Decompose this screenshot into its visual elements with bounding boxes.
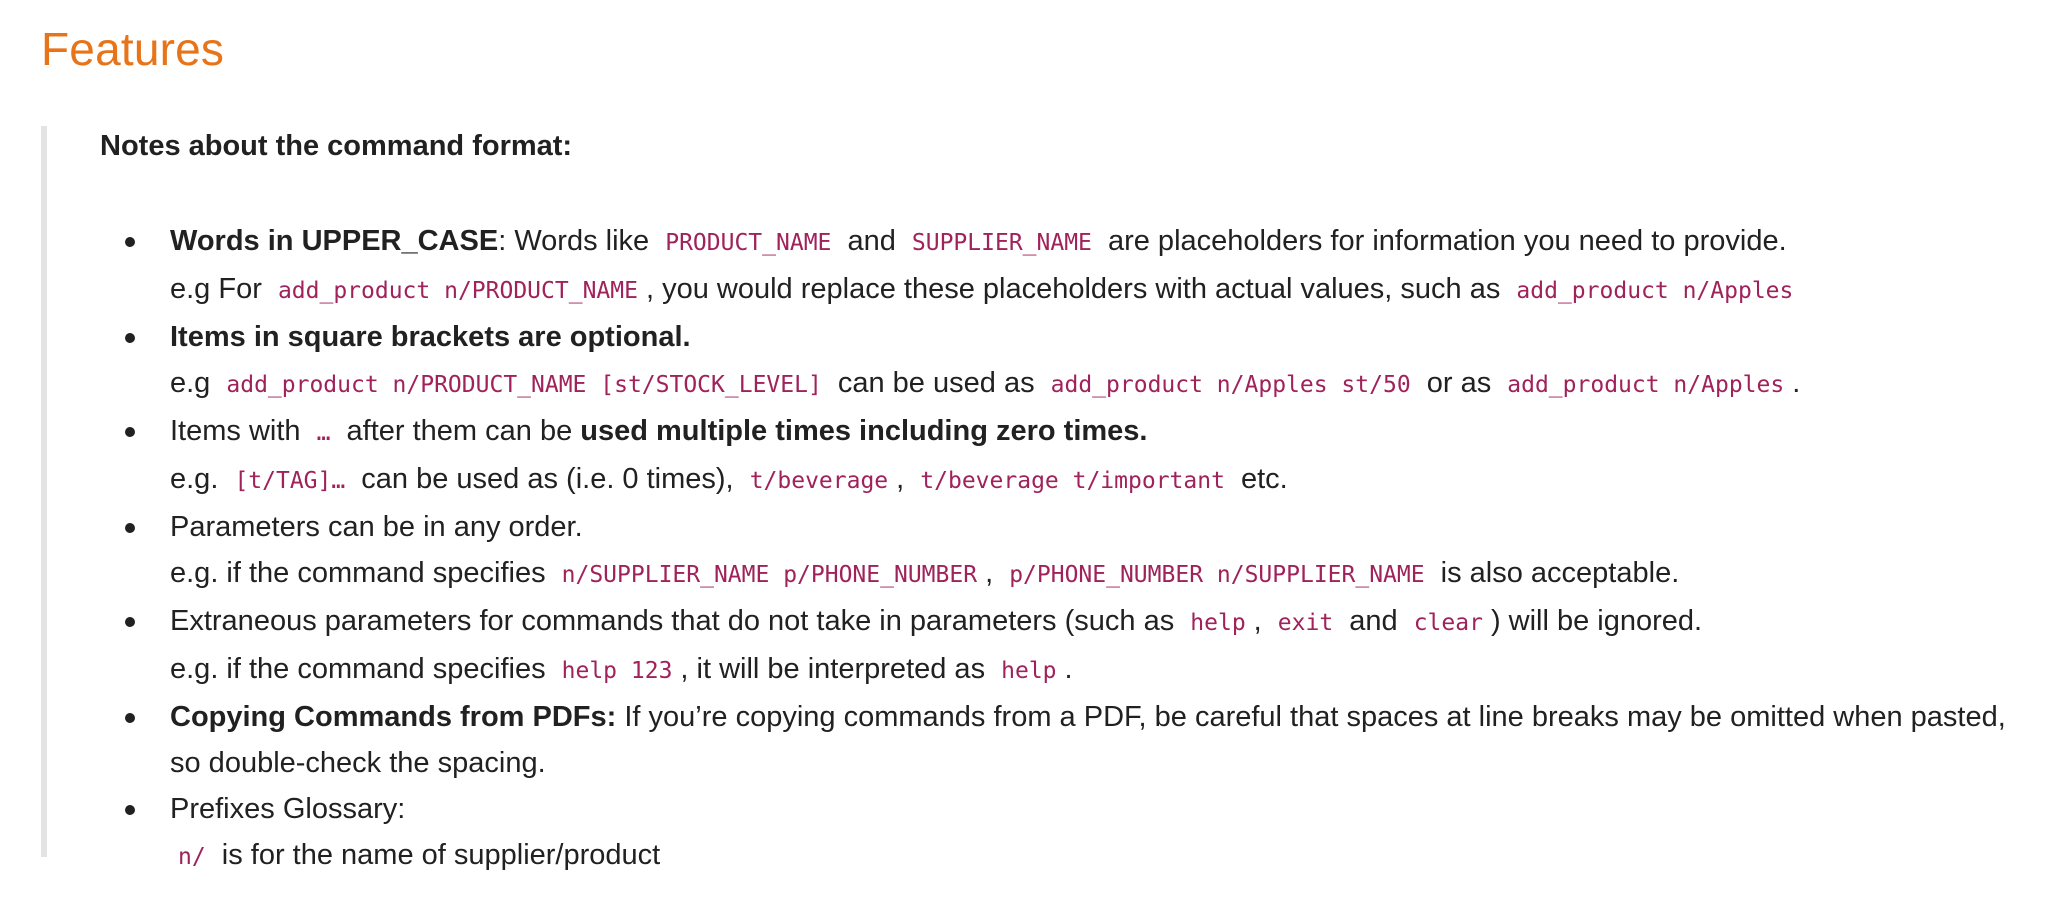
text: and — [1341, 605, 1406, 637]
code-snippet: [t/TAG]… — [234, 468, 346, 494]
bold-text: Items in square brackets are optional. — [170, 321, 691, 353]
note-line: Items in square brackets are optional. — [170, 314, 2020, 360]
text: e.g. if the command specifies — [170, 653, 554, 685]
text: , — [1253, 605, 1270, 637]
text: e.g. — [170, 463, 227, 495]
note-upper-case: Words in UPPER_CASE: Words like PRODUCT_… — [47, 218, 2020, 314]
text: etc. — [1232, 463, 1288, 495]
note-line: Copying Commands from PDFs: If you’re co… — [170, 694, 2020, 786]
code-snippet: add_product n/PRODUCT_NAME [st/STOCK_LEV… — [226, 372, 822, 398]
code-snippet: t/beverage t/important — [920, 468, 1225, 494]
text: , you would replace these placeholders w… — [645, 273, 1509, 305]
code-snippet: help 123 — [561, 658, 673, 684]
text: Prefixes Glossary: — [170, 793, 406, 825]
text: : Words like — [498, 225, 658, 257]
code-snippet: t/beverage — [749, 468, 889, 494]
text: ) will be ignored. — [1490, 605, 1703, 637]
text: are placeholders for information you nee… — [1099, 225, 1787, 257]
notes-list: Words in UPPER_CASE: Words like PRODUCT_… — [47, 218, 2020, 880]
notes-title: Notes about the command format: — [100, 130, 573, 162]
text: or as — [1418, 367, 1500, 399]
code-snippet: help — [1190, 610, 1246, 636]
code-snippet: add_product n/Apples — [1516, 278, 1794, 304]
note-line: Extraneous parameters for commands that … — [170, 598, 2020, 646]
note-line: Items with … after them can be used mult… — [170, 408, 2020, 456]
page: Features Notes about the command format:… — [0, 0, 2063, 915]
text: can be used as — [829, 367, 1043, 399]
code-snippet: … — [316, 420, 331, 446]
note-extraneous-parameters: Extraneous parameters for commands that … — [47, 598, 2020, 694]
command-format-callout: Notes about the command format: Words in… — [41, 126, 2027, 871]
note-example-line: e.g For add_product n/PRODUCT_NAME , you … — [170, 266, 2020, 314]
text: e.g For — [170, 273, 270, 305]
text: Parameters can be in any order. — [170, 511, 583, 543]
bold-text: Words in UPPER_CASE — [170, 225, 499, 257]
note-line: Words in UPPER_CASE: Words like PRODUCT_… — [170, 218, 2020, 266]
note-example-line: e.g add_product n/PRODUCT_NAME [st/STOCK… — [170, 360, 2020, 408]
note-multiple-items: Items with … after them can be used mult… — [47, 408, 2020, 504]
code-snippet: add_product n/Apples — [1507, 372, 1785, 398]
code-snippet: n/SUPPLIER_NAME p/PHONE_NUMBER — [561, 562, 978, 588]
code-snippet: exit — [1277, 610, 1334, 636]
note-line: Parameters can be in any order. — [170, 504, 2020, 550]
text: Items with — [170, 415, 309, 447]
code-snippet: SUPPLIER_NAME — [911, 230, 1092, 256]
note-example-line: e.g. if the command specifies help 123 , … — [170, 646, 2020, 694]
code-snippet: p/PHONE_NUMBER n/SUPPLIER_NAME — [1009, 562, 1425, 588]
text: , — [985, 557, 1002, 589]
text: is also acceptable. — [1432, 557, 1680, 589]
code-snippet: add_product n/Apples st/50 — [1050, 372, 1411, 398]
code-snippet: add_product n/PRODUCT_NAME — [277, 278, 638, 304]
text: and — [839, 225, 904, 257]
code-snippet: clear — [1413, 610, 1483, 636]
note-example-line: e.g. if the command specifies n/SUPPLIER… — [170, 550, 2020, 598]
note-example-line: e.g. [t/TAG]… can be used as (i.e. 0 tim… — [170, 456, 2020, 504]
code-snippet: help — [1001, 658, 1057, 684]
text: Extraneous parameters for commands that … — [170, 605, 1183, 637]
note-prefixes-glossary: Prefixes Glossary: n/ is for the name of… — [47, 786, 2020, 880]
text: . — [1792, 367, 1801, 399]
note-line: Prefixes Glossary: — [170, 786, 2020, 832]
note-copying-from-pdfs: Copying Commands from PDFs: If you’re co… — [47, 694, 2020, 786]
text: can be used as (i.e. 0 times), — [353, 463, 742, 495]
text: e.g. if the command specifies — [170, 557, 554, 589]
page-heading: Features — [41, 23, 225, 75]
text: is for the name of supplier/product — [213, 839, 661, 871]
glossary-entry: n/ is for the name of supplier/product — [170, 832, 2020, 880]
text: e.g — [170, 367, 219, 399]
note-optional-items: Items in square brackets are optional. e… — [47, 314, 2020, 408]
text: . — [1064, 653, 1073, 685]
code-snippet: PRODUCT_NAME — [665, 230, 832, 256]
note-parameter-order: Parameters can be in any order. e.g. if … — [47, 504, 2020, 598]
bold-text: Copying Commands from PDFs: — [170, 701, 617, 733]
bold-text: used multiple times including zero times… — [580, 415, 1148, 447]
text: , it will be interpreted as — [680, 653, 994, 685]
code-snippet: n/ — [178, 844, 206, 870]
text: after them can be — [338, 415, 581, 447]
text: , — [896, 463, 913, 495]
